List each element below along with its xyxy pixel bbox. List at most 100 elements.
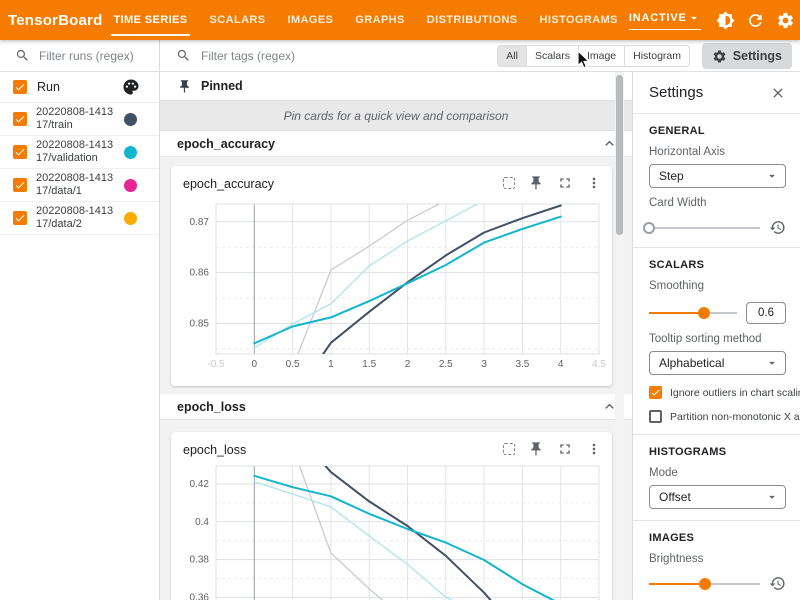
- card-actions: [503, 441, 602, 457]
- slider-thumb[interactable]: [698, 307, 710, 319]
- run-name: 20220808-141317/validation: [36, 139, 118, 165]
- run-checkbox[interactable]: [13, 178, 27, 192]
- run-checkbox[interactable]: [13, 211, 27, 225]
- gear-icon[interactable]: [776, 11, 795, 30]
- fit-domain-icon[interactable]: [503, 443, 515, 455]
- tab-graphs[interactable]: GRAPHS: [344, 0, 415, 40]
- run-row[interactable]: 20220808-141317/validation: [0, 136, 159, 169]
- tags-filter-input[interactable]: [201, 49, 381, 63]
- epoch-accuracy-chart[interactable]: 0.850.860.8700.511.522.533.54-0.54.5: [171, 166, 612, 386]
- main-scrollbar-thumb[interactable]: [616, 75, 623, 235]
- settings-button[interactable]: Settings: [702, 43, 792, 69]
- reset-history-icon[interactable]: [769, 575, 786, 592]
- header-actions: INACTIVE ?: [629, 11, 800, 30]
- brightness-slider[interactable]: [649, 577, 760, 591]
- tooltip-sorting-label: Tooltip sorting method: [649, 333, 786, 345]
- reload-status-select[interactable]: INACTIVE: [629, 11, 701, 30]
- pin-icon: [177, 79, 192, 94]
- histogram-mode-select[interactable]: Offset: [649, 485, 786, 509]
- histograms-heading: HISTOGRAMS: [649, 446, 786, 458]
- ignore-outliers-label: Ignore outliers in chart scaling: [670, 387, 800, 399]
- tab-distributions[interactable]: DISTRIBUTIONS: [416, 0, 529, 40]
- runs-sidebar: Run 20220808-141317/train 20220808-14131…: [0, 40, 160, 600]
- smoothing-value-input[interactable]: 0.6: [746, 302, 786, 324]
- runs-header-label: Run: [37, 80, 60, 94]
- check-icon: [14, 81, 26, 93]
- caret-down-icon: [765, 490, 779, 504]
- svg-text:1.5: 1.5: [362, 359, 376, 370]
- horizontal-axis-select[interactable]: Step: [649, 164, 786, 188]
- tab-histograms[interactable]: HISTOGRAMS: [529, 0, 629, 40]
- svg-text:0.85: 0.85: [190, 319, 210, 330]
- section-header-epoch-loss[interactable]: epoch_loss: [160, 394, 632, 420]
- search-icon: [15, 48, 30, 63]
- scalars-heading: SCALARS: [649, 259, 786, 271]
- horizontal-axis-value: Step: [659, 169, 684, 183]
- epoch-accuracy-card: epoch_accuracy 0.850.860.8700.511.522.53…: [171, 166, 612, 386]
- tab-bar: TIME SERIES SCALARS IMAGES GRAPHS DISTRI…: [102, 0, 628, 40]
- tags-toolbar: All Scalars Image Histogram Settings: [160, 40, 800, 72]
- filter-image-button[interactable]: Image: [578, 46, 624, 66]
- histogram-mode-label: Mode: [649, 467, 786, 479]
- epoch-loss-chart[interactable]: 0.360.380.40.4200.511.522.533.54-0.54.5: [171, 432, 612, 600]
- partition-x-axis-checkbox[interactable]: [649, 410, 662, 423]
- caret-down-icon: [687, 11, 701, 25]
- cards-area: Pinned Pin cards for a quick view and co…: [160, 72, 632, 600]
- run-name: 20220808-141317/data/1: [36, 172, 118, 198]
- pin-icon[interactable]: [528, 441, 544, 457]
- card-width-slider[interactable]: [649, 221, 760, 235]
- run-color-dot: [124, 146, 137, 159]
- pinned-label: Pinned: [201, 79, 243, 93]
- fullscreen-icon[interactable]: [557, 441, 573, 457]
- card-title: epoch_loss: [183, 443, 246, 457]
- svg-text:4.5: 4.5: [592, 359, 606, 370]
- fit-domain-icon[interactable]: [503, 177, 515, 189]
- slider-thumb[interactable]: [643, 222, 655, 234]
- brightness-label: Brightness: [649, 553, 786, 565]
- tooltip-sorting-select[interactable]: Alphabetical: [649, 351, 786, 375]
- close-icon[interactable]: [770, 85, 786, 101]
- histogram-mode-value: Offset: [659, 490, 691, 504]
- run-color-dot: [124, 113, 137, 126]
- tab-scalars[interactable]: SCALARS: [199, 0, 277, 40]
- runs-filter-input[interactable]: [39, 49, 149, 63]
- filter-scalars-button[interactable]: Scalars: [526, 46, 578, 66]
- fullscreen-icon[interactable]: [557, 175, 573, 191]
- run-color-dot: [124, 212, 137, 225]
- svg-text:2: 2: [405, 359, 411, 370]
- run-row[interactable]: 20220808-141317/train: [0, 103, 159, 136]
- reset-history-icon[interactable]: [769, 219, 786, 236]
- kebab-menu-icon[interactable]: [586, 441, 602, 457]
- check-icon: [14, 179, 26, 191]
- tab-images[interactable]: IMAGES: [277, 0, 345, 40]
- run-checkbox[interactable]: [13, 112, 27, 126]
- smoothing-slider[interactable]: [649, 306, 737, 320]
- card-actions: [503, 175, 602, 191]
- pin-icon[interactable]: [528, 175, 544, 191]
- run-row[interactable]: 20220808-141317/data/1: [0, 169, 159, 202]
- caret-down-icon: [765, 356, 779, 370]
- section-title: epoch_loss: [177, 400, 246, 414]
- palette-icon[interactable]: [122, 78, 140, 96]
- run-checkbox[interactable]: [13, 145, 27, 159]
- tooltip-sorting-value: Alphabetical: [659, 356, 724, 370]
- run-row[interactable]: 20220808-141317/data/2: [0, 202, 159, 235]
- brightness-toggle-icon[interactable]: [716, 11, 735, 30]
- refresh-icon[interactable]: [746, 11, 765, 30]
- smoothing-label: Smoothing: [649, 280, 786, 292]
- select-all-runs-checkbox[interactable]: [13, 80, 27, 94]
- run-color-dot: [124, 179, 137, 192]
- filter-histogram-button[interactable]: Histogram: [624, 46, 689, 66]
- section-header-epoch-accuracy[interactable]: epoch_accuracy: [160, 131, 632, 157]
- tab-time-series[interactable]: TIME SERIES: [102, 0, 198, 40]
- pinned-empty-message: Pin cards for a quick view and compariso…: [160, 100, 632, 131]
- ignore-outliers-checkbox[interactable]: [649, 386, 662, 399]
- horizontal-axis-label: Horizontal Axis: [649, 146, 786, 158]
- svg-text:2.5: 2.5: [439, 359, 453, 370]
- partition-x-axis-label: Partition non-monotonic X axis: [670, 411, 800, 423]
- filter-all-button[interactable]: All: [498, 46, 526, 66]
- pinned-section-header: Pinned: [160, 72, 632, 100]
- slider-thumb[interactable]: [699, 578, 711, 590]
- settings-panel: Settings GENERAL Horizontal Axis Step Ca…: [632, 72, 800, 600]
- kebab-menu-icon[interactable]: [586, 175, 602, 191]
